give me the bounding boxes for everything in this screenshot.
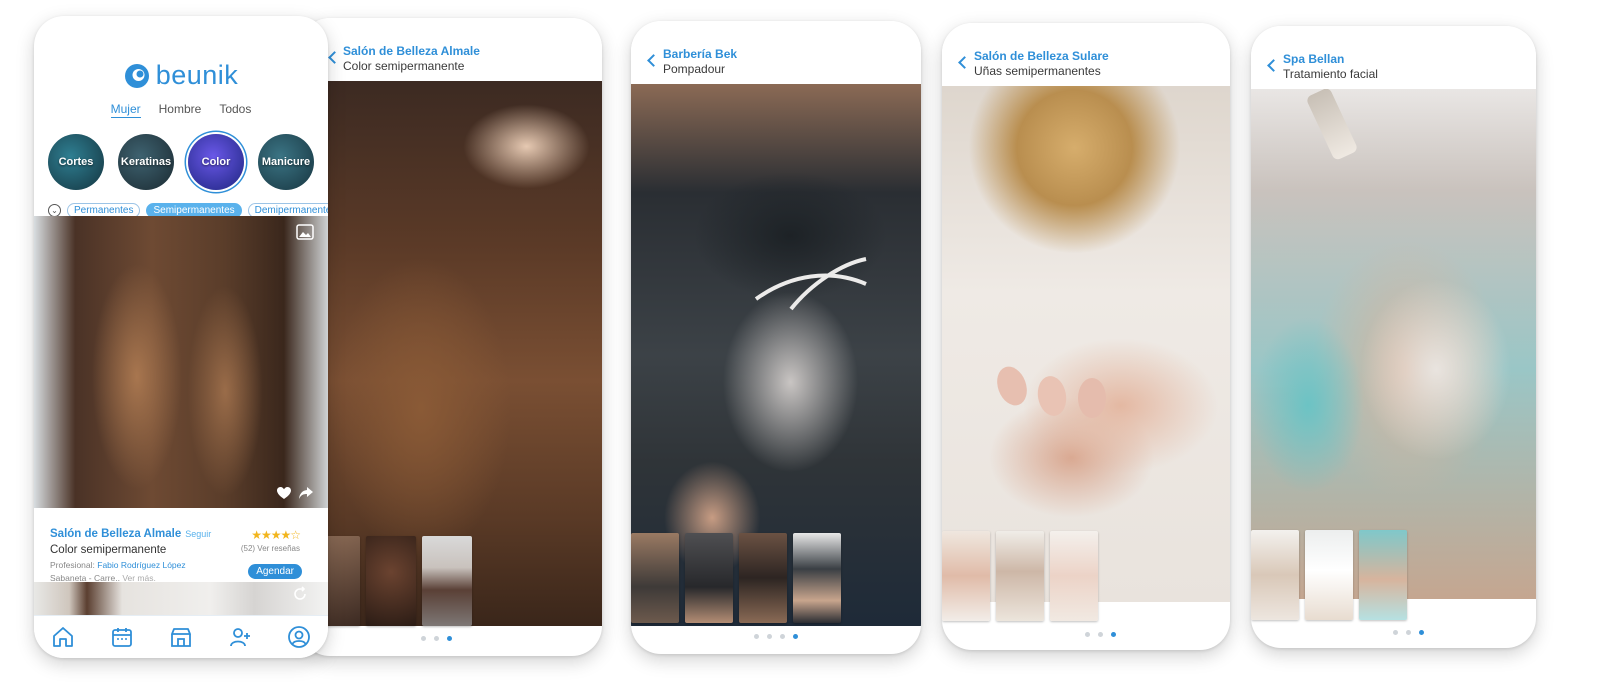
- calendar-icon[interactable]: [110, 625, 134, 649]
- card-professional: Profesional: Fabio Rodríguez López: [50, 560, 186, 570]
- rating-stars: ★★★★☆: [251, 528, 301, 542]
- thumbnail[interactable]: [1359, 530, 1407, 620]
- category-manicure[interactable]: Manicure: [258, 134, 314, 190]
- phone-salon-sulare: Salón de Belleza Sulare Uñas semipermane…: [942, 23, 1230, 650]
- carousel-dot[interactable]: [767, 634, 772, 639]
- thumbnail[interactable]: [631, 533, 679, 623]
- card-service: Color semipermanente: [50, 544, 167, 556]
- tab-mujer[interactable]: Mujer: [110, 102, 141, 118]
- home-icon[interactable]: [51, 625, 75, 649]
- thumbnail-strip: [631, 533, 841, 623]
- refresh-icon[interactable]: [292, 586, 308, 602]
- carousel-dot-active[interactable]: [1419, 630, 1424, 635]
- service-name: Tratamiento facial: [1283, 67, 1378, 81]
- header: Salón de Belleza Almale Color semiperman…: [300, 18, 602, 81]
- phone-barberia-bek: Barbería Bek Pompadour: [631, 21, 921, 654]
- service-name: Uñas semipermanentes: [974, 64, 1101, 78]
- carousel-dots: [1393, 630, 1424, 635]
- professional-label: Profesional:: [50, 560, 95, 570]
- reviews-link[interactable]: (52) Ver reseñas: [241, 544, 300, 553]
- back-chevron-icon[interactable]: [328, 51, 341, 64]
- category-list: Cortes Keratinas Color Manicure: [48, 134, 314, 190]
- star-icon: ★★★★: [251, 528, 291, 542]
- thumbnail[interactable]: [422, 536, 472, 626]
- thumbnail-strip: [1251, 530, 1407, 620]
- thumbnail[interactable]: [366, 536, 416, 626]
- carousel-dots: [1085, 632, 1116, 637]
- carousel-dot[interactable]: [1393, 630, 1398, 635]
- card-salon-name[interactable]: Salón de Belleza Almale: [50, 528, 181, 540]
- thumbnail-strip: [942, 531, 1098, 621]
- thumbnail[interactable]: [739, 533, 787, 623]
- salon-name[interactable]: Salón de Belleza Almale: [343, 44, 480, 58]
- share-icon[interactable]: [298, 486, 314, 500]
- phone-salon-almale: Salón de Belleza Almale Color semiperman…: [300, 18, 602, 656]
- thumbnail-strip: [322, 536, 472, 626]
- card-salon: Salón de Belleza Almale Seguir: [50, 528, 211, 540]
- star-empty-icon: ☆: [290, 528, 301, 542]
- thumbnail[interactable]: [942, 531, 990, 621]
- thumbnail[interactable]: [793, 533, 841, 623]
- bottom-nav: [34, 615, 328, 658]
- carousel-dot[interactable]: [421, 636, 426, 641]
- agendar-button[interactable]: Agendar: [248, 564, 302, 579]
- gallery-icon[interactable]: [296, 224, 314, 240]
- hair-design-lines: [754, 257, 867, 311]
- brand-name: beunik: [155, 60, 239, 90]
- category-keratinas[interactable]: Keratinas: [118, 134, 174, 190]
- beunik-logo-icon: [124, 63, 149, 88]
- thumbnail[interactable]: [685, 533, 733, 623]
- carousel-dot[interactable]: [1098, 632, 1103, 637]
- profile-icon[interactable]: [287, 625, 311, 649]
- phone-spa-bellan: Spa Bellan Tratamiento facial: [1251, 26, 1536, 648]
- category-label: Keratinas: [120, 156, 172, 168]
- tab-todos[interactable]: Todos: [219, 102, 251, 118]
- carousel-dot-active[interactable]: [793, 634, 798, 639]
- thumbnail[interactable]: [1305, 530, 1353, 620]
- carousel-dot[interactable]: [434, 636, 439, 641]
- facial-photo: [1251, 89, 1536, 599]
- thumbnail[interactable]: [996, 531, 1044, 621]
- header: Spa Bellan Tratamiento facial: [1251, 26, 1536, 89]
- carousel-dot-active[interactable]: [1111, 632, 1116, 637]
- carousel-dot[interactable]: [754, 634, 759, 639]
- carousel-dots: [754, 634, 798, 639]
- salon-name[interactable]: Barbería Bek: [663, 47, 737, 61]
- category-label: Manicure: [261, 156, 311, 168]
- back-chevron-icon[interactable]: [647, 54, 660, 67]
- nails-photo: [942, 86, 1230, 602]
- salon-name[interactable]: Spa Bellan: [1283, 52, 1344, 66]
- professional-name[interactable]: Fabio Rodríguez López: [97, 560, 185, 570]
- salon-name[interactable]: Salón de Belleza Sulare: [974, 49, 1109, 63]
- thumbnail[interactable]: [1050, 531, 1098, 621]
- follow-link[interactable]: Seguir: [185, 529, 211, 539]
- carousel-dot[interactable]: [1085, 632, 1090, 637]
- carousel-dot[interactable]: [780, 634, 785, 639]
- category-cortes[interactable]: Cortes: [48, 134, 104, 190]
- back-chevron-icon[interactable]: [958, 56, 971, 69]
- thumbnail[interactable]: [1251, 530, 1299, 620]
- header: Salón de Belleza Sulare Uñas semipermane…: [942, 23, 1230, 86]
- brush-shape: [1305, 89, 1359, 162]
- nails-shapes: [997, 366, 1106, 418]
- category-color[interactable]: Color: [188, 134, 244, 190]
- back-chevron-icon[interactable]: [1267, 59, 1280, 72]
- carousel-dot-active[interactable]: [447, 636, 452, 641]
- service-name: Color semipermanente: [343, 59, 465, 73]
- logo: beunik: [34, 60, 328, 91]
- service-name: Pompadour: [663, 62, 726, 76]
- phone-home: beunik Mujer Hombre Todos Cortes Keratin…: [34, 16, 328, 658]
- header: Barbería Bek Pompadour: [631, 21, 921, 84]
- feed-photo[interactable]: [34, 216, 328, 508]
- carousel-dot[interactable]: [1406, 630, 1411, 635]
- tab-hombre[interactable]: Hombre: [159, 102, 202, 118]
- gender-tabs: Mujer Hombre Todos: [34, 102, 328, 118]
- category-label: Cortes: [58, 156, 94, 168]
- carousel-dots: [421, 636, 452, 641]
- heart-icon[interactable]: [276, 486, 292, 500]
- add-user-icon[interactable]: [228, 625, 252, 649]
- category-label: Color: [201, 156, 231, 168]
- store-icon[interactable]: [169, 625, 193, 649]
